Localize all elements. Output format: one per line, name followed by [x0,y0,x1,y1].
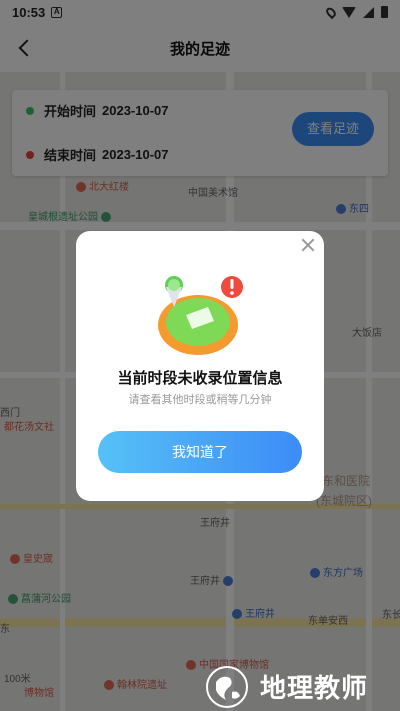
dialog-title: 当前时段未收录位置信息 [117,370,283,387]
globe-logo-icon [206,665,248,708]
watermark-text: 地理教师 [260,673,369,703]
no-location-dialog: 当前时段未收录位置信息 请查看其他时段或稍等几分钟 我知道了 [76,231,324,501]
dialog-subtitle: 请查看其他时段或稍等几分钟 [128,394,272,406]
got-it-button[interactable]: 我知道了 [98,431,302,473]
close-icon[interactable] [298,235,318,255]
watermark: 地理教师 [204,662,400,711]
map-location-alert-icon [158,276,243,355]
